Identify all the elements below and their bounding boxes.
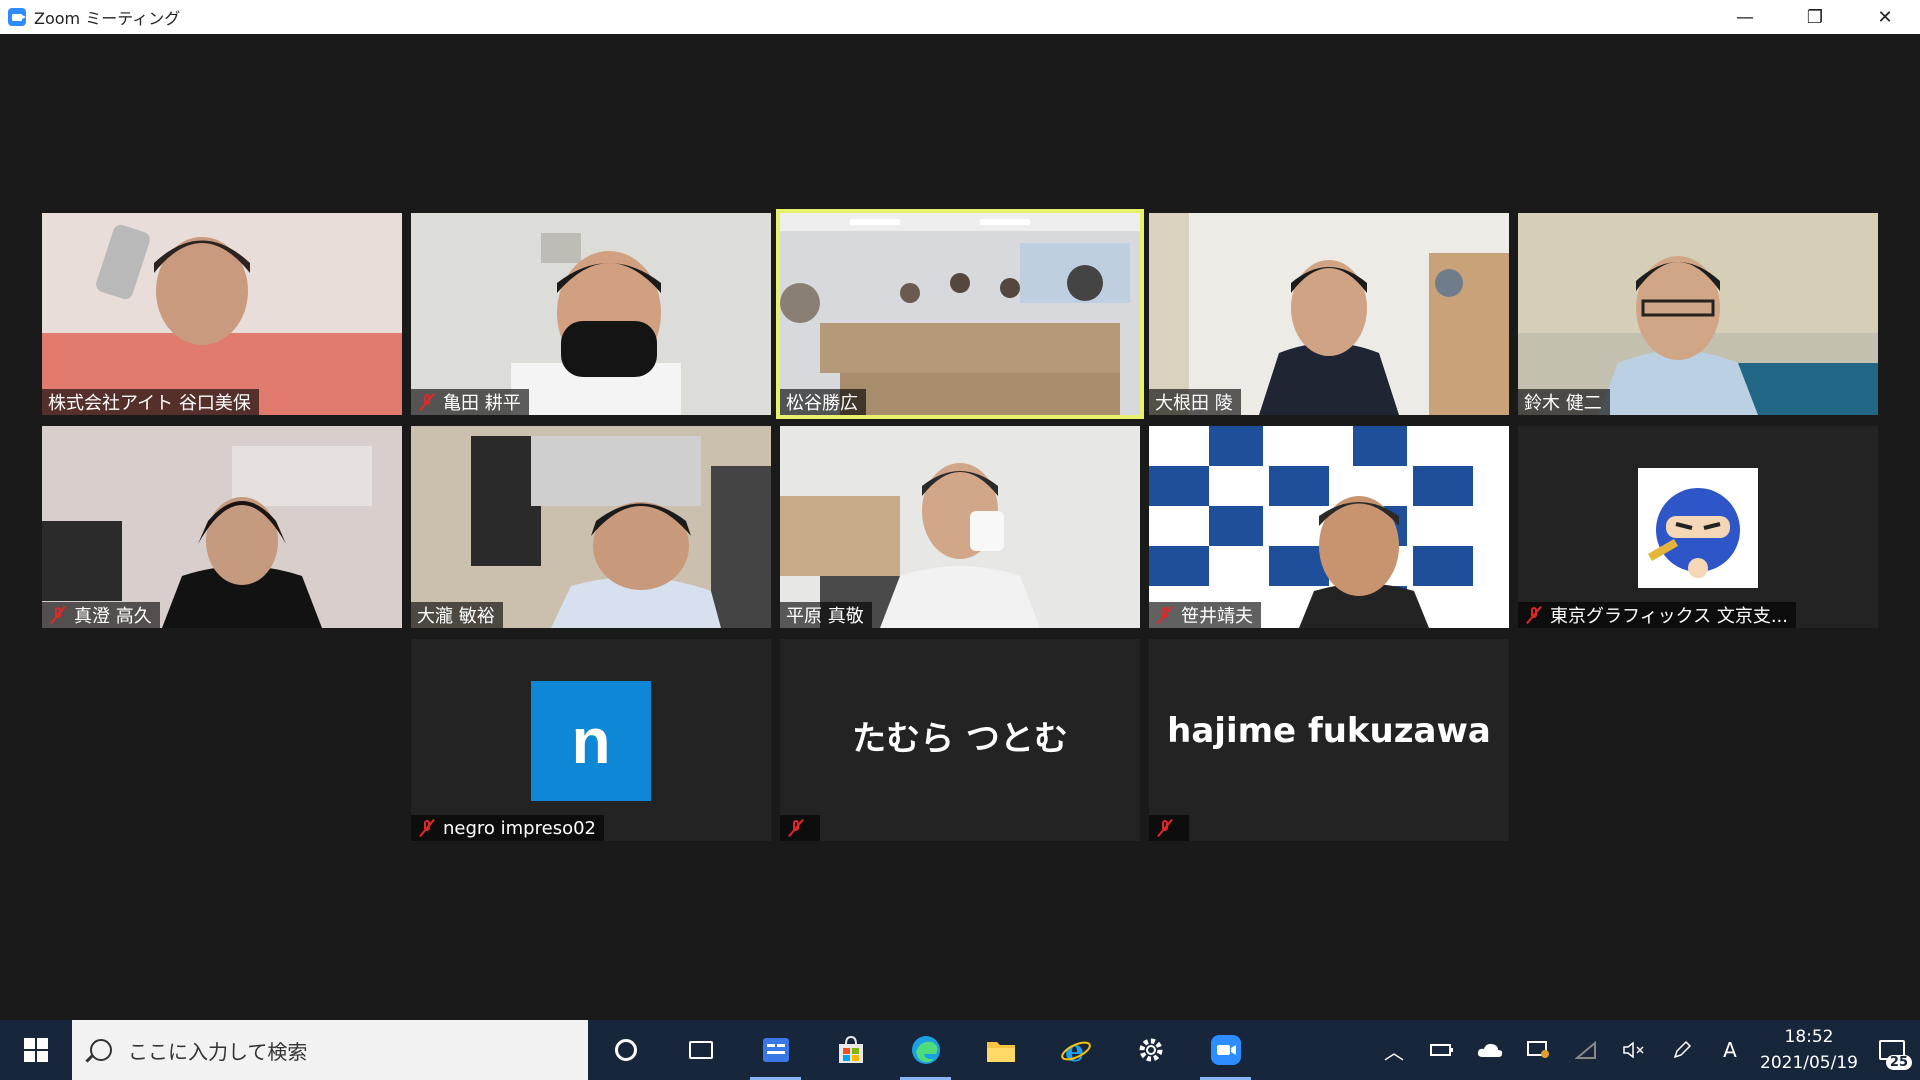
notification-count-badge: 25	[1885, 1055, 1912, 1070]
mic-muted-icon	[48, 605, 68, 625]
video-feed	[411, 213, 771, 415]
task-view-icon	[688, 1041, 713, 1059]
window-title: Zoom ミーティング	[34, 9, 181, 28]
mic-muted-icon	[1155, 605, 1175, 625]
monitor-button[interactable]	[1514, 1020, 1562, 1080]
participant-tile[interactable]: 大瀧 敏裕	[411, 426, 771, 628]
mic-muted-icon	[1524, 605, 1544, 625]
participant-name-label: 大根田 陵	[1149, 389, 1241, 415]
participant-name-label	[780, 815, 820, 841]
edge-icon	[911, 1036, 940, 1064]
network-button[interactable]	[1562, 1020, 1610, 1080]
participant-tile[interactable]: たむら つとむ	[780, 639, 1140, 841]
taskbar-clock[interactable]: 18:52 2021/05/19	[1754, 1024, 1864, 1076]
participant-tile[interactable]: 東京グラフィックス 文京支...	[1518, 426, 1878, 628]
zoom-app-icon	[8, 8, 26, 26]
clock-time: 18:52	[1784, 1027, 1834, 1047]
participant-tile[interactable]: 亀田 耕平	[411, 213, 771, 415]
participant-tile[interactable]: 笹井靖夫	[1149, 426, 1509, 628]
mic-muted-icon	[786, 818, 806, 838]
participant-name-label: 東京グラフィックス 文京支...	[1518, 602, 1796, 628]
search-placeholder: ここに入力して検索	[128, 1039, 308, 1064]
monitor-icon	[1527, 1041, 1549, 1058]
volume-button[interactable]	[1610, 1020, 1658, 1080]
cloud-icon	[1477, 1043, 1503, 1057]
participant-tile-active-speaker[interactable]: 松谷勝広	[776, 209, 1144, 419]
participant-name-label: 真澄 高久	[42, 602, 160, 628]
participant-name-label	[1149, 815, 1189, 841]
participant-tile[interactable]: 株式会社アイト 谷口美保	[42, 213, 402, 415]
participant-tile[interactable]: hajime fukuzawa	[1149, 639, 1509, 841]
video-feed	[42, 426, 402, 628]
participant-tile[interactable]: 真澄 高久	[42, 426, 402, 628]
participant-tile[interactable]: n negro impreso02	[411, 639, 771, 841]
battery-icon	[1430, 1044, 1453, 1056]
volume-muted-icon	[1623, 1041, 1644, 1059]
video-feed	[780, 426, 1140, 628]
mic-muted-icon	[417, 392, 437, 412]
search-icon	[90, 1039, 112, 1061]
participant-name-label: 亀田 耕平	[411, 389, 529, 415]
control-panel-icon	[762, 1038, 789, 1062]
action-center-button[interactable]: 25	[1864, 1020, 1920, 1080]
task-view-button[interactable]	[663, 1020, 738, 1080]
participant-display-name: たむら つとむ	[852, 719, 1068, 759]
mic-muted-icon	[1155, 818, 1175, 838]
control-panel-app[interactable]	[738, 1020, 813, 1080]
video-feed	[411, 426, 771, 628]
start-button[interactable]	[0, 1020, 72, 1080]
video-feed	[780, 213, 1140, 415]
video-feed	[1149, 426, 1509, 628]
chevron-up-icon: ︿	[1384, 1039, 1404, 1064]
internet-explorer-app[interactable]: e	[1038, 1020, 1113, 1080]
video-feed	[1149, 213, 1509, 415]
cortana-icon	[614, 1039, 637, 1061]
pen-button[interactable]	[1658, 1020, 1706, 1080]
participant-name-label: negro impreso02	[411, 815, 604, 841]
cortana-button[interactable]	[588, 1020, 663, 1080]
letter-avatar: n	[531, 681, 651, 801]
system-tray: ︿ A 18:52 2021/05/19 25	[1370, 1020, 1920, 1080]
participant-name-label: 大瀧 敏裕	[411, 602, 503, 628]
participant-tile[interactable]: 大根田 陵	[1149, 213, 1509, 415]
store-app[interactable]	[813, 1020, 888, 1080]
store-icon	[838, 1035, 863, 1063]
video-feed	[1518, 213, 1878, 415]
ninja-avatar-icon	[1638, 468, 1758, 588]
video-feed	[42, 213, 402, 415]
participant-name-label: 平原 真敬	[780, 602, 872, 628]
ime-indicator[interactable]: A	[1706, 1020, 1754, 1080]
restore-button[interactable]: ❐	[1780, 0, 1850, 34]
participant-name-label: 株式会社アイト 谷口美保	[42, 389, 259, 415]
participant-display-name: hajime fukuzawa	[1167, 711, 1491, 751]
mic-muted-icon	[417, 818, 437, 838]
zoom-app[interactable]	[1188, 1020, 1263, 1080]
windows-taskbar: ここに入力して検索 e ︿ A 18:52 2021/05/19 25	[0, 1020, 1920, 1080]
clock-date: 2021/05/19	[1760, 1053, 1858, 1073]
close-button[interactable]: ✕	[1850, 0, 1920, 34]
participant-tile[interactable]: 平原 真敬	[780, 426, 1140, 628]
window-title-bar[interactable]: Zoom ミーティング — ❐ ✕	[0, 0, 1920, 34]
windows-logo-icon	[24, 1038, 48, 1062]
wifi-icon	[1575, 1041, 1596, 1059]
settings-icon	[1139, 1038, 1162, 1062]
show-hidden-icons-button[interactable]: ︿	[1370, 1020, 1418, 1080]
gallery-view: 株式会社アイト 谷口美保 亀田 耕平 松谷勝広 大根田 陵 鈴木 健二 真澄 高…	[42, 209, 1882, 843]
internet-explorer-icon: e	[1060, 1034, 1091, 1066]
participant-tile[interactable]: 鈴木 健二	[1518, 213, 1878, 415]
taskbar-search-box[interactable]: ここに入力して検索	[72, 1020, 588, 1080]
file-explorer-icon	[986, 1042, 1015, 1062]
minimize-button[interactable]: —	[1710, 0, 1780, 34]
onedrive-button[interactable]	[1466, 1020, 1514, 1080]
file-explorer-app[interactable]	[963, 1020, 1038, 1080]
battery-button[interactable]	[1418, 1020, 1466, 1080]
pen-icon	[1673, 1040, 1692, 1059]
participant-name-label: 松谷勝広	[780, 389, 866, 415]
settings-app[interactable]	[1113, 1020, 1188, 1080]
zoom-icon	[1210, 1035, 1241, 1065]
participant-name-label: 笹井靖夫	[1149, 602, 1261, 628]
edge-app[interactable]	[888, 1020, 963, 1080]
participant-name-label: 鈴木 健二	[1518, 389, 1610, 415]
